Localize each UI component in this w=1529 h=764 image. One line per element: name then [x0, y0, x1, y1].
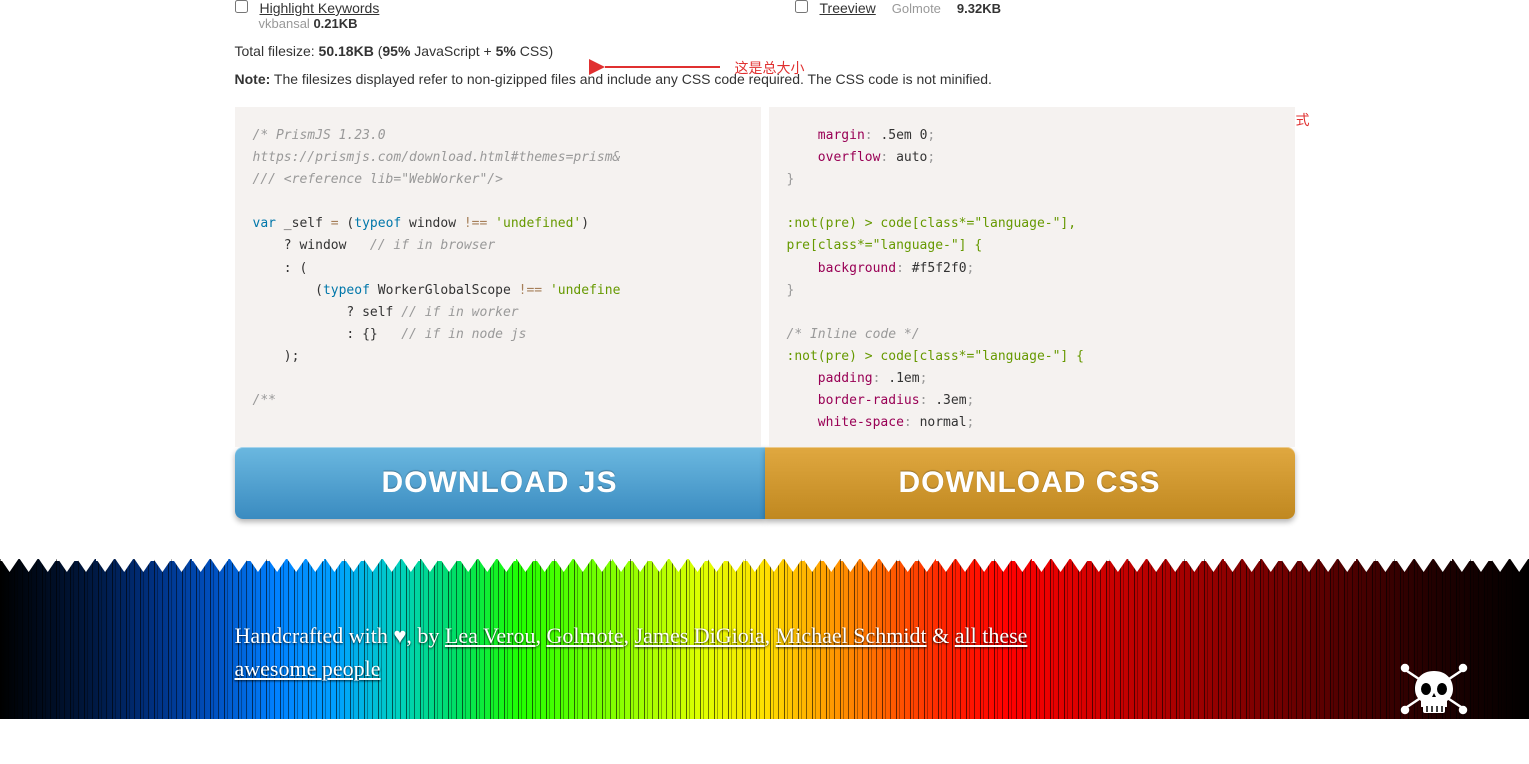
total-filesize-line: Total filesize: 50.18KB (95% JavaScript … [235, 43, 1295, 59]
code-panel-js[interactable]: /* PrismJS 1.23.0 https://prismjs.com/do… [235, 107, 761, 447]
credit-link[interactable]: Lea Verou [445, 623, 536, 648]
credit-link[interactable]: Michael Schmidt [776, 623, 927, 648]
skull-icon [1399, 659, 1469, 719]
plugin-size: 0.21KB [313, 16, 357, 31]
plugin-checkbox-treeview[interactable] [795, 0, 808, 13]
code-panel-css[interactable]: margin: .5em 0; overflow: auto; } :not(p… [769, 107, 1295, 447]
plugin-size: 9.32KB [957, 1, 1001, 16]
footer: Handcrafted with ♥, by Lea Verou, Golmot… [0, 559, 1529, 719]
plugin-link-treeview[interactable]: Treeview [820, 0, 876, 16]
footer-credits: Handcrafted with ♥, by Lea Verou, Golmot… [215, 619, 1315, 685]
download-js-button[interactable]: DOWNLOAD JS [235, 447, 765, 519]
credit-link[interactable]: Golmote [547, 623, 624, 648]
annotation-total: 这是总大小 [735, 58, 805, 78]
plugin-author: vkbansal [259, 16, 310, 31]
plugin-checkbox-highlight-keywords[interactable] [235, 0, 248, 13]
credit-link[interactable]: James DiGioia [635, 623, 765, 648]
arrow-icon [595, 52, 725, 82]
heart-icon: ♥ [393, 623, 406, 648]
plugin-author: Golmote [892, 1, 941, 16]
download-css-button[interactable]: DOWNLOAD CSS [765, 447, 1295, 519]
plugin-link-highlight-keywords[interactable]: Highlight Keywords [260, 0, 380, 16]
